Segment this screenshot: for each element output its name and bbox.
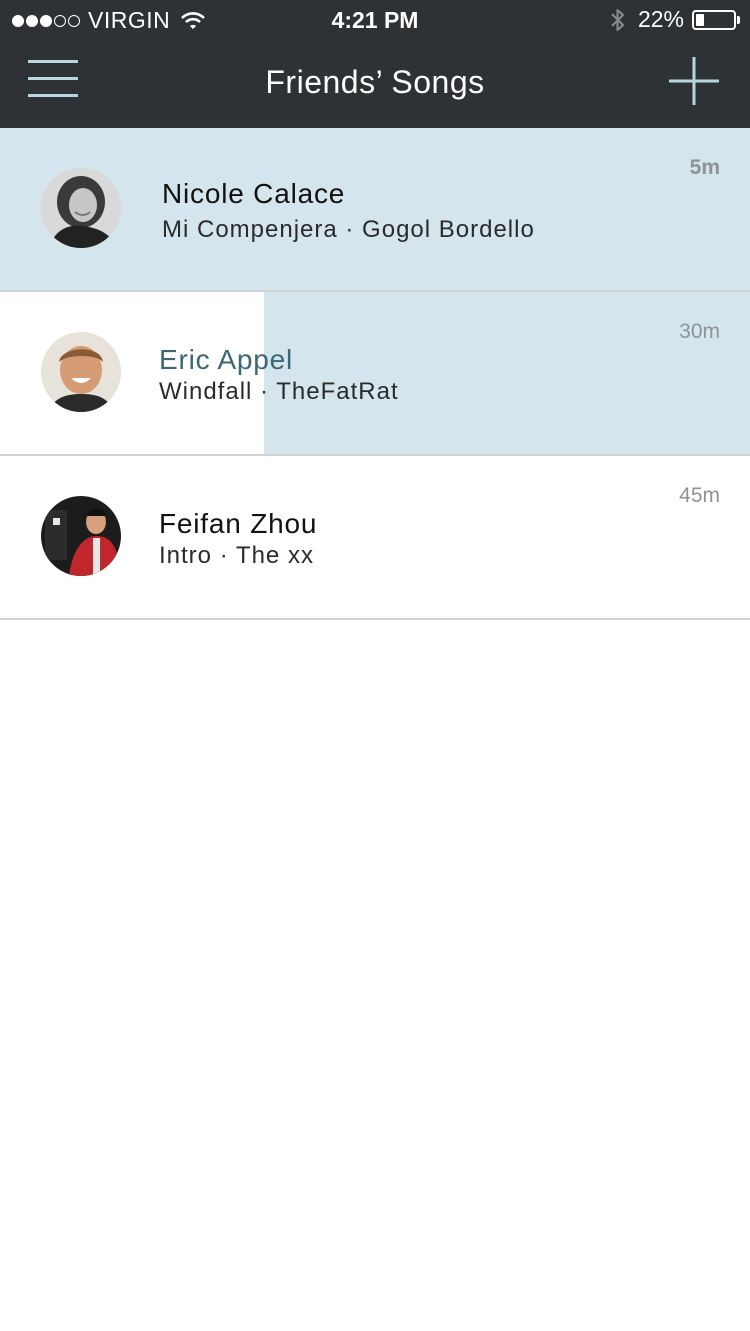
hamburger-menu-icon [28, 60, 78, 63]
song-info: Windfall · TheFatRat [159, 378, 399, 405]
status-right: 22% [610, 6, 740, 33]
battery-tip [737, 15, 740, 24]
list-item[interactable]: Nicole Calace Mi Compenjera · Gogol Bord… [0, 128, 750, 292]
add-button[interactable] [668, 56, 720, 106]
friends-songs-list: Nicole Calace Mi Compenjera · Gogol Bord… [0, 128, 750, 620]
row-highlight [264, 292, 750, 454]
list-item[interactable]: Eric Appel Windfall · TheFatRat 30m [0, 292, 750, 456]
time-ago: 30m [679, 320, 720, 343]
battery-icon [692, 9, 736, 30]
page-title: Friends’ Songs [265, 64, 485, 100]
list-item[interactable]: Feifan Zhou Intro · The xx 45m [0, 456, 750, 620]
status-bar: VIRGIN 4:21 PM 22% [0, 0, 750, 40]
bluetooth-icon [611, 8, 624, 31]
friend-name: Eric Appel [159, 344, 294, 375]
plus-icon [669, 57, 719, 105]
avatar [41, 332, 121, 412]
battery-level-fill [696, 13, 704, 26]
battery-percent: 22% [637, 6, 684, 32]
time-ago: 5m [689, 156, 720, 179]
friend-name: Nicole Calace [162, 178, 346, 209]
avatar [41, 496, 121, 576]
friend-name: Feifan Zhou [159, 508, 318, 539]
song-info: Mi Compenjera · Gogol Bordello [162, 216, 535, 243]
time-ago: 45m [679, 484, 720, 507]
avatar [41, 168, 121, 248]
app-header: VIRGIN 4:21 PM 22% Friends’ Songs [0, 0, 750, 128]
song-info: Intro · The xx [159, 542, 314, 569]
